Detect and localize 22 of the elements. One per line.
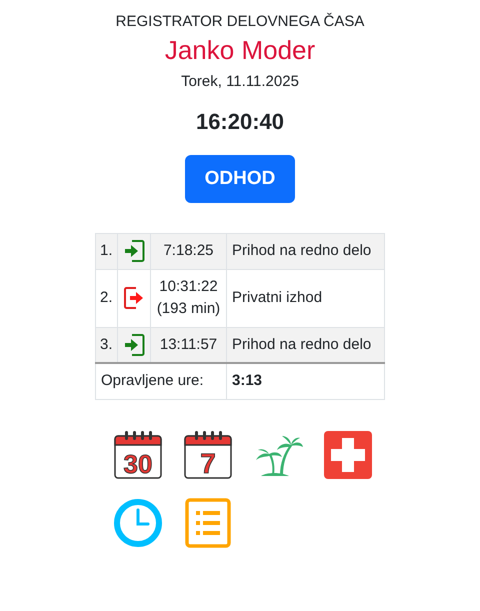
description-cell: Privatni izhod — [226, 269, 384, 327]
description-cell: Prihod na redno delo — [226, 234, 384, 269]
summary-label: Opravljene ure: — [96, 363, 226, 399]
row-number: 3. — [96, 327, 118, 363]
sign-in-icon — [123, 239, 145, 264]
row-number: 1. — [96, 234, 118, 269]
app-title: REGISTRATOR DELOVNEGA ČASA — [116, 12, 364, 32]
row-number: 2. — [96, 269, 118, 327]
time-text: 7:18:25 — [162, 241, 215, 261]
summary-value: 3:13 — [226, 363, 384, 399]
medical-cross-icon[interactable] — [323, 430, 373, 480]
user-name: Janko Moder — [164, 34, 316, 66]
duration-text: (193 min) — [156, 299, 222, 319]
list-icon[interactable] — [183, 498, 233, 548]
clock-text: 16:20:40 — [196, 108, 284, 136]
departure-button[interactable]: ODHOD — [185, 155, 295, 203]
date-text: Torek, 11.11.2025 — [181, 72, 299, 92]
time-text: 10:31:22 — [158, 276, 219, 296]
sign-out-icon — [123, 286, 145, 310]
sign-in-icon — [123, 332, 145, 357]
time-text: 13:11:57 — [158, 334, 218, 354]
clock-icon[interactable] — [113, 498, 163, 548]
